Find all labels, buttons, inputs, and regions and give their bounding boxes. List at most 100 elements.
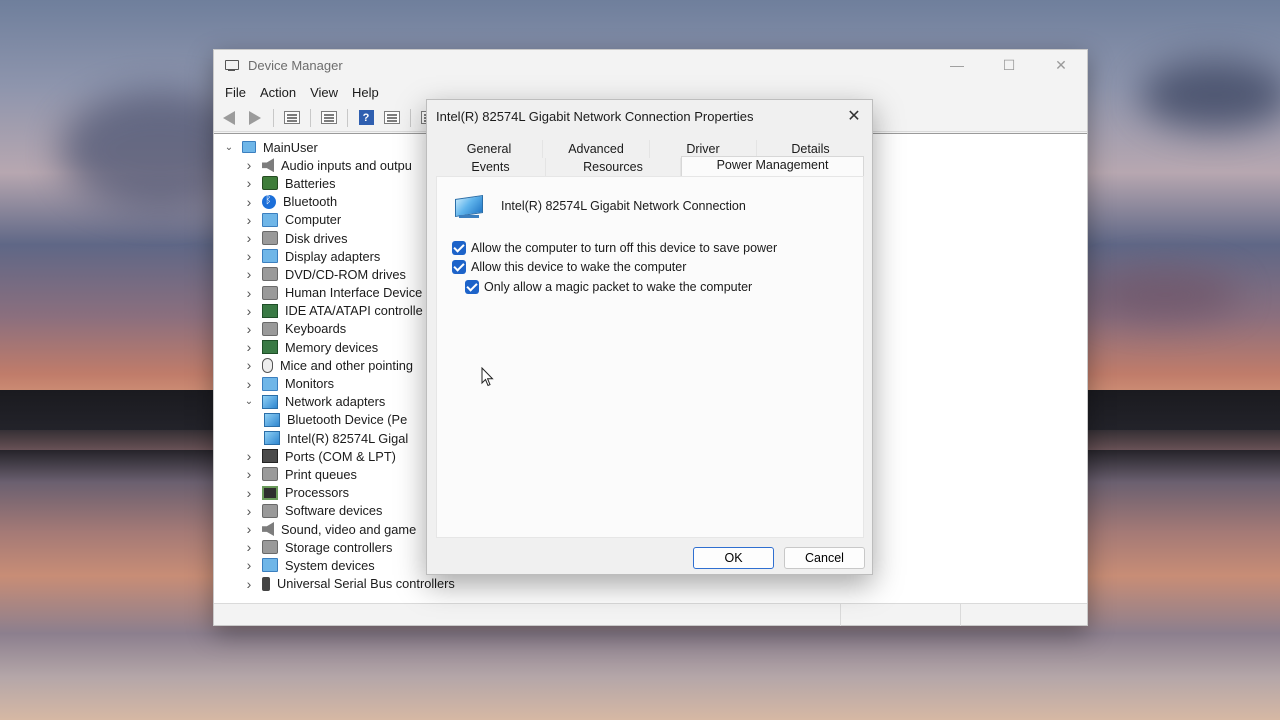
option-label: Only allow a magic packet to wake the co… <box>484 280 753 294</box>
tree-category-item[interactable]: › Storage controllers <box>222 538 455 556</box>
option-allow-turn-off[interactable]: Allow the computer to turn off this devi… <box>452 241 777 255</box>
checkbox-allow-wake[interactable] <box>452 260 466 274</box>
action-pane-icon <box>384 111 400 124</box>
tree-item-label: Disk drives <box>285 230 348 246</box>
back-button[interactable] <box>218 108 240 128</box>
arrow-right-icon <box>249 110 261 125</box>
checkbox-allow-turn-off[interactable] <box>452 241 466 255</box>
tree-category-item[interactable]: › Universal Serial Bus controllers <box>222 575 455 593</box>
tree-category-item[interactable]: › Software devices <box>222 502 455 520</box>
chevron-right-icon[interactable]: › <box>242 503 256 519</box>
chevron-right-icon[interactable]: › <box>242 521 256 537</box>
chevron-right-icon[interactable]: › <box>242 376 256 392</box>
tree-category-item[interactable]: › IDE ATA/ATAPI controlle <box>222 302 455 320</box>
forward-button[interactable] <box>244 108 266 128</box>
device-manager-titlebar[interactable]: Device Manager — ☐ ✕ <box>214 50 1087 80</box>
tab-advanced[interactable]: Advanced <box>543 140 650 158</box>
device-tree: ⌄ MainUser › Audio inputs and outpu › Batte… <box>222 138 455 593</box>
tab-strip: General Advanced Driver Details Events R… <box>436 138 864 176</box>
maximize-button[interactable]: ☐ <box>983 50 1035 80</box>
toolbar-separator <box>310 108 311 127</box>
chevron-right-icon[interactable]: › <box>242 303 256 319</box>
tree-category-item[interactable]: ⌄ Network adapters <box>222 393 455 411</box>
tree-category-item[interactable]: › Bluetooth <box>222 193 455 211</box>
tree-category-item[interactable]: › Keyboards <box>222 320 455 338</box>
tree-category-item[interactable]: › Human Interface Device <box>222 284 455 302</box>
tree-device-item[interactable]: Bluetooth Device (Pe <box>222 411 455 429</box>
chevron-right-icon[interactable]: › <box>242 248 256 264</box>
tree-item-label: Human Interface Device <box>285 285 423 301</box>
checkbox-magic-packet[interactable] <box>465 280 479 294</box>
tree-item-label: Print queues <box>285 466 357 482</box>
tree-category-item[interactable]: › Audio inputs and outpu <box>222 156 455 174</box>
tree-item-label: Memory devices <box>285 339 379 355</box>
dialog-titlebar[interactable]: Intel(R) 82574L Gigabit Network Connecti… <box>427 100 872 132</box>
tree-category-item[interactable]: › DVD/CD-ROM drives <box>222 265 455 283</box>
option-allow-wake[interactable]: Allow this device to wake the computer <box>452 260 686 274</box>
status-cell <box>214 604 841 626</box>
ok-button[interactable]: OK <box>693 547 774 569</box>
chevron-down-icon[interactable]: ⌄ <box>242 395 256 409</box>
chevron-right-icon[interactable]: › <box>242 175 256 191</box>
keyboard-icon <box>262 321 278 336</box>
cancel-button[interactable]: Cancel <box>784 547 865 569</box>
tree-category-item[interactable]: › Disk drives <box>222 229 455 247</box>
tree-category-item[interactable]: › Processors <box>222 484 455 502</box>
tree-item-label: Intel(R) 82574L Gigal <box>287 430 409 446</box>
tree-category-item[interactable]: › Computer <box>222 211 455 229</box>
help-button[interactable]: ? <box>355 108 377 128</box>
menu-view[interactable]: View <box>303 85 345 100</box>
network-adapter-icon <box>264 431 280 446</box>
tree-category-item[interactable]: › Print queues <box>222 465 455 483</box>
dialog-close-button[interactable]: ✕ <box>836 101 872 131</box>
chevron-right-icon[interactable]: › <box>242 212 256 228</box>
chevron-right-icon[interactable]: › <box>242 339 256 355</box>
option-magic-packet[interactable]: Only allow a magic packet to wake the co… <box>465 280 752 294</box>
chevron-right-icon[interactable]: › <box>242 357 256 373</box>
chevron-right-icon[interactable]: › <box>242 157 256 173</box>
chevron-right-icon[interactable]: › <box>242 230 256 246</box>
tree-category-item[interactable]: › Ports (COM & LPT) <box>222 447 455 465</box>
tree-item-label: System devices <box>285 557 375 573</box>
tree-category-item[interactable]: › Display adapters <box>222 247 455 265</box>
chevron-right-icon[interactable]: › <box>242 557 256 573</box>
chevron-right-icon[interactable]: › <box>242 194 256 210</box>
tree-device-item[interactable]: Intel(R) 82574L Gigal <box>222 429 455 447</box>
show-hide-tree-button[interactable] <box>281 108 303 128</box>
chevron-right-icon[interactable]: › <box>242 285 256 301</box>
display-adapter-icon <box>262 249 278 264</box>
action-pane-button[interactable] <box>381 108 403 128</box>
menu-action[interactable]: Action <box>253 85 303 100</box>
chevron-right-icon[interactable]: › <box>242 539 256 555</box>
chevron-right-icon[interactable]: › <box>242 321 256 337</box>
tab-resources[interactable]: Resources <box>546 158 681 176</box>
minimize-button[interactable]: — <box>931 50 983 80</box>
chevron-right-icon[interactable]: › <box>242 485 256 501</box>
menu-file[interactable]: File <box>218 85 253 100</box>
tab-events[interactable]: Events <box>436 158 546 176</box>
battery-icon <box>262 176 278 191</box>
chevron-right-icon[interactable]: › <box>242 576 256 592</box>
chevron-down-icon[interactable]: ⌄ <box>222 140 236 154</box>
hid-icon <box>262 285 278 300</box>
tree-item-label: Software devices <box>285 503 383 519</box>
chevron-right-icon[interactable]: › <box>242 466 256 482</box>
tree-category-item[interactable]: › System devices <box>222 556 455 574</box>
tree-category-item[interactable]: › Mice and other pointing <box>222 356 455 374</box>
tab-general[interactable]: General <box>436 140 543 158</box>
tree-category-item[interactable]: › Monitors <box>222 374 455 392</box>
close-button[interactable]: ✕ <box>1035 50 1087 80</box>
tree-category-item[interactable]: › Memory devices <box>222 338 455 356</box>
tree-item-label: Computer <box>285 212 342 228</box>
chevron-right-icon[interactable]: › <box>242 448 256 464</box>
tree-category-item[interactable]: › Sound, video and game <box>222 520 455 538</box>
properties-button[interactable] <box>318 108 340 128</box>
device-manager-icon <box>224 58 240 72</box>
tree-item-label: Keyboards <box>285 321 347 337</box>
menu-help[interactable]: Help <box>345 85 386 100</box>
tree-root[interactable]: ⌄ MainUser <box>222 138 455 156</box>
tree-category-item[interactable]: › Batteries <box>222 174 455 192</box>
tab-power-management[interactable]: Power Management <box>681 156 864 176</box>
chevron-right-icon[interactable]: › <box>242 266 256 282</box>
memory-icon <box>262 340 278 355</box>
